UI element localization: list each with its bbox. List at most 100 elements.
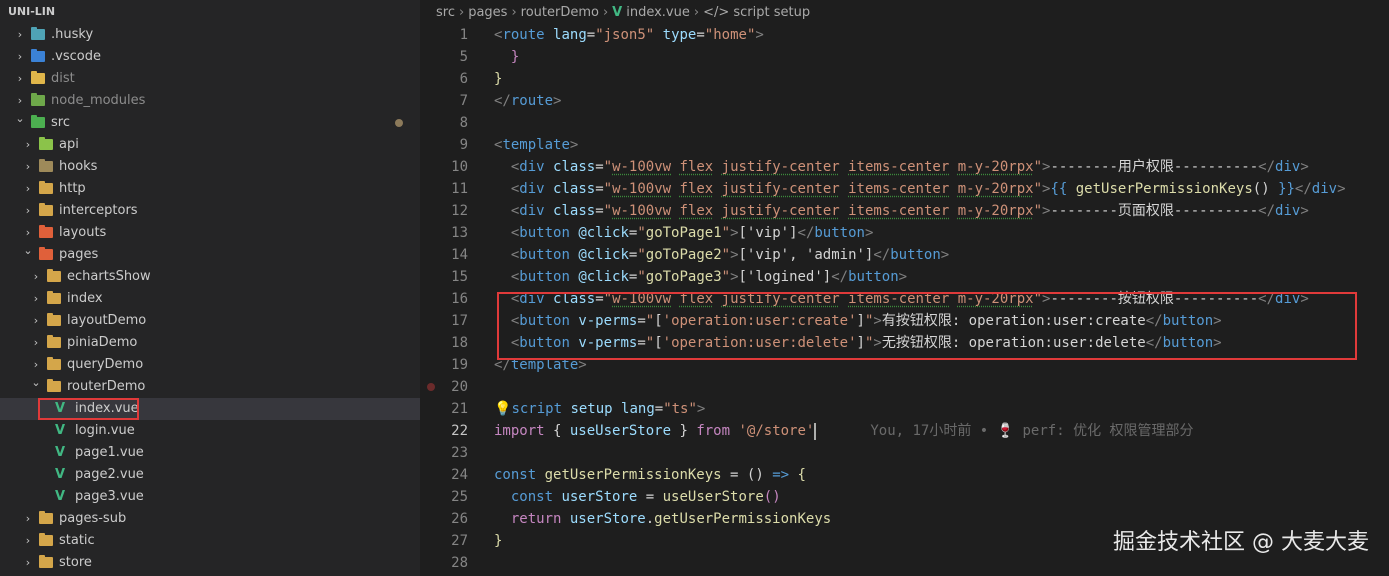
tree-item-label: routerDemo (67, 379, 146, 394)
chevron-right-icon[interactable]: › (30, 332, 42, 354)
chevron-down-icon[interactable]: ⌄ (30, 372, 42, 394)
code-line[interactable]: 20 (420, 376, 1389, 398)
tree-item-layoutdemo[interactable]: › layoutDemo (0, 310, 420, 332)
code-line[interactable]: 8 (420, 112, 1389, 134)
lightbulb-icon[interactable]: 💡 (494, 401, 511, 417)
tree-item-label: http (59, 181, 86, 196)
code-line[interactable]: 5 } (420, 46, 1389, 68)
chevron-right-icon[interactable]: › (14, 68, 26, 90)
chevron-right-icon[interactable]: › (22, 178, 34, 200)
vue-file-icon: V (612, 5, 623, 20)
code-token: getUserPermissionKeys (1075, 181, 1253, 197)
code-token: = (637, 489, 663, 505)
code-token: => (772, 467, 790, 483)
code-line[interactable]: 21 💡script setup lang="ts"> (420, 398, 1389, 420)
tree-item-store[interactable]: › store (0, 552, 420, 574)
tree-item-node-modules[interactable]: › node_modules (0, 90, 420, 112)
code-line[interactable]: 1 <route lang="json5" type="home"> (420, 24, 1389, 46)
code-token: return (510, 511, 562, 527)
code-line[interactable]: 14 <button @click="goToPage2">['vip', 'a… (420, 244, 1389, 266)
chevron-right-icon[interactable]: › (14, 24, 26, 46)
code-line[interactable]: 15 <button @click="goToPage3">['logined'… (420, 266, 1389, 288)
code-line[interactable]: 23 (420, 442, 1389, 464)
tree-item-pages[interactable]: ⌄ pages (0, 244, 420, 266)
code-text: <button @click="goToPage1">['vip']</butt… (494, 222, 874, 244)
modified-dot-icon (395, 119, 403, 127)
tree-item-routerdemo[interactable]: ⌄ routerDemo (0, 376, 420, 398)
tree-item-api[interactable]: › api (0, 134, 420, 156)
tree-item-echartsshow[interactable]: › echartsShow (0, 266, 420, 288)
line-number: 11 (451, 181, 468, 197)
explorer-section-title[interactable]: UNI-LIN (0, 0, 420, 24)
tree-item-hooks[interactable]: › hooks (0, 156, 420, 178)
tree-item-page1-vue[interactable]: Vpage1.vue (0, 442, 420, 464)
code-token: > (730, 225, 739, 241)
tree-item-querydemo[interactable]: › queryDemo (0, 354, 420, 376)
code-text: const userStore = useUserStore() (494, 486, 781, 508)
chevron-right-icon[interactable]: › (30, 288, 42, 310)
chevron-right-icon[interactable]: › (30, 310, 42, 332)
code-token: @click (578, 269, 629, 285)
code-line[interactable]: 11 <div class="w-100vw flex justify-cent… (420, 178, 1389, 200)
tree-item-http[interactable]: › http (0, 178, 420, 200)
line-number: 13 (451, 225, 468, 241)
breadcrumb-routerdemo[interactable]: routerDemo (521, 5, 599, 20)
code-line[interactable]: 9 <template> (420, 134, 1389, 156)
code-line[interactable]: 24 const getUserPermissionKeys = () => { (420, 464, 1389, 486)
chevron-right-icon[interactable]: › (22, 530, 34, 552)
code-token: > (553, 93, 562, 109)
code-token: { (797, 467, 806, 483)
tree-item-label: interceptors (59, 203, 138, 218)
chevron-down-icon[interactable]: ⌄ (22, 240, 34, 262)
tree-item-piniademo[interactable]: › piniaDemo (0, 332, 420, 354)
tree-item-pages-sub[interactable]: › pages-sub (0, 508, 420, 530)
code-line[interactable]: 10 <div class="w-100vw flex justify-cent… (420, 156, 1389, 178)
code-token: type (662, 27, 697, 43)
tree-item-page2-vue[interactable]: Vpage2.vue (0, 464, 420, 486)
line-number: 22 (451, 423, 468, 439)
code-line[interactable]: 13 <button @click="goToPage1">['vip']</b… (420, 222, 1389, 244)
code-text: <button @click="goToPage3">['logined']</… (494, 266, 907, 288)
line-number: 18 (451, 335, 468, 351)
chevron-right-icon[interactable]: › (22, 134, 34, 156)
code-token: @click (578, 247, 629, 263)
code-line[interactable]: 22 import { useUserStore } from '@/store'… (420, 420, 1389, 442)
code-line[interactable]: 25 const userStore = useUserStore() (420, 486, 1389, 508)
tree-item-login-vue[interactable]: Vlogin.vue (0, 420, 420, 442)
tree-item-index[interactable]: › index (0, 288, 420, 310)
code-line[interactable]: 12 <div class="w-100vw flex justify-cent… (420, 200, 1389, 222)
breadcrumb-src[interactable]: src (436, 5, 455, 20)
tree-item-layouts[interactable]: › layouts (0, 222, 420, 244)
code-token: </ (797, 225, 815, 241)
code-token: </ (873, 247, 891, 263)
tree-item-label: queryDemo (67, 357, 144, 372)
tree-item-interceptors[interactable]: › interceptors (0, 200, 420, 222)
tree-item-src[interactable]: ⌄ src (0, 112, 420, 134)
folder-icon (47, 313, 61, 326)
chevron-right-icon[interactable]: › (22, 552, 34, 574)
code-editor[interactable]: 1 <route lang="json5" type="home"> 5 } 6} 7 <… (420, 24, 1389, 576)
code-line[interactable]: 6} (420, 68, 1389, 90)
breadcrumb-symbol[interactable]: script setup (733, 5, 810, 20)
breadcrumb-file[interactable]: index.vue (626, 5, 690, 20)
code-line[interactable]: 7 </route> (420, 90, 1389, 112)
chevron-right-icon[interactable]: › (22, 200, 34, 222)
breadcrumb-pages[interactable]: pages (468, 5, 507, 20)
chevron-right-icon[interactable]: › (22, 508, 34, 530)
chevron-right-icon[interactable]: › (22, 156, 34, 178)
code-token: button (848, 269, 899, 285)
tree-item-page3-vue[interactable]: Vpage3.vue (0, 486, 420, 508)
tree-item-static[interactable]: › static (0, 530, 420, 552)
tree-item-husky[interactable]: › .husky (0, 24, 420, 46)
tree-item-dist[interactable]: › dist (0, 68, 420, 90)
tree-item-vscode[interactable]: › .vscode (0, 46, 420, 68)
code-token: '@/store' (738, 423, 815, 439)
chevron-down-icon[interactable]: ⌄ (14, 108, 26, 130)
chevron-right-icon[interactable]: › (14, 46, 26, 68)
chevron-right-icon[interactable]: › (30, 266, 42, 288)
